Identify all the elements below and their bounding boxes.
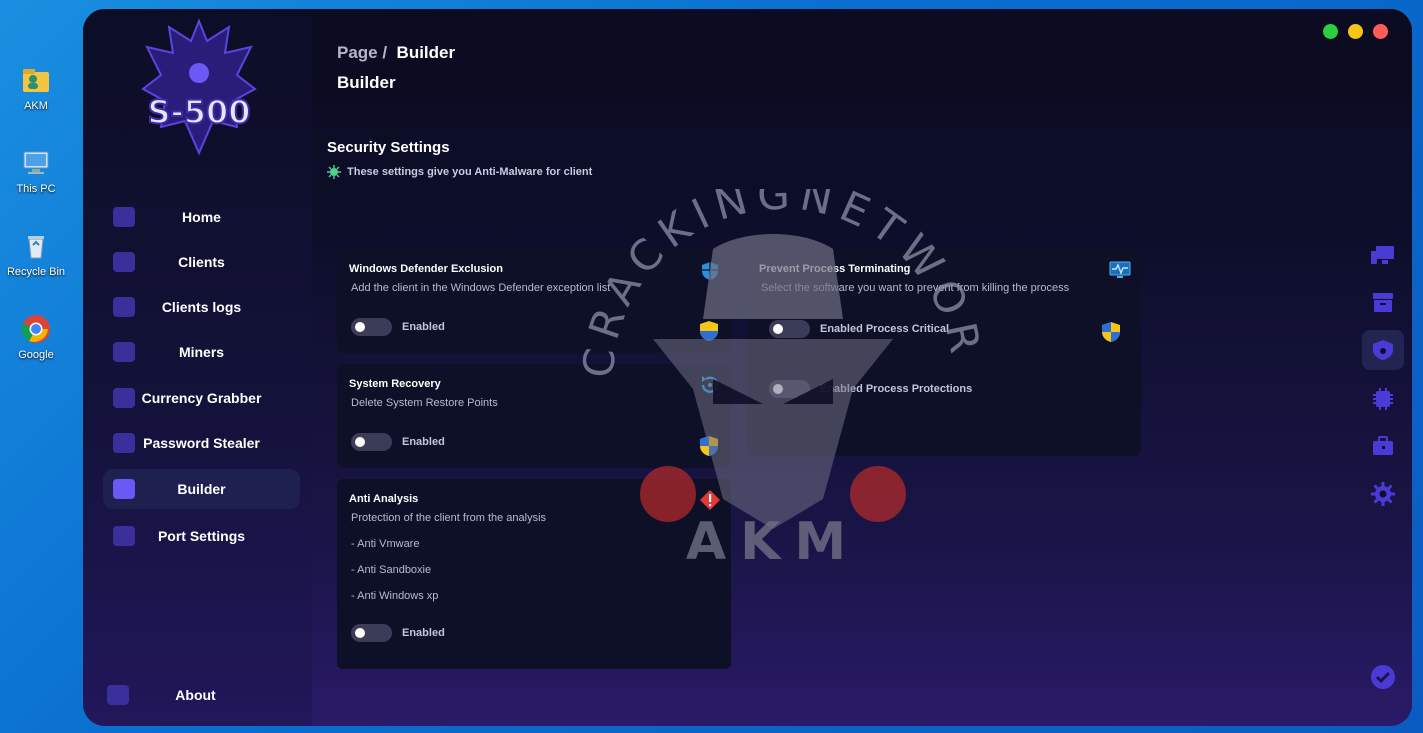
s500-logo: S-500 (141, 18, 257, 156)
desktop-icon-label: This PC (16, 183, 56, 195)
toggle-row: Enabled Process Critical (769, 320, 949, 338)
card-description: Delete System Restore Points (351, 397, 498, 409)
section-subtitle: These settings give you Anti-Malware for… (327, 165, 592, 179)
card-title: Prevent Process Terminating (759, 263, 911, 275)
minimize-button[interactable] (1348, 24, 1363, 39)
card-defender-exclusion: Windows Defender Exclusion Add the clien… (337, 249, 731, 353)
system-recovery-toggle[interactable] (351, 433, 392, 451)
breadcrumb-prefix: Page / (337, 43, 388, 62)
builder-icon (113, 479, 135, 499)
check-circle-icon (1371, 665, 1395, 689)
key-icon (113, 433, 135, 453)
maximize-button[interactable] (1323, 24, 1338, 39)
toggle-label: Enabled Process Critical (820, 323, 949, 335)
uac-shield-icon (700, 321, 718, 341)
shield-bug-icon (1373, 340, 1393, 360)
toggle-label: Enabled Process Protections (820, 383, 973, 395)
toggle-label: Enabled (402, 436, 445, 448)
list-item: - Anti Sandboxie (351, 564, 432, 576)
user-log-icon (113, 297, 135, 317)
warning-icon (700, 490, 720, 510)
chrome-icon (21, 315, 50, 343)
desktop-icon-google[interactable]: Google (4, 313, 68, 361)
card-description: Protection of the client from the analys… (351, 512, 547, 524)
users-icon (113, 252, 135, 272)
list-item: - Anti Vmware (351, 538, 420, 550)
card-anti-analysis: Anti Analysis Protection of the client f… (337, 479, 731, 669)
toggle-row: Enabled (351, 433, 445, 451)
rail-settings-button[interactable] (1369, 480, 1397, 508)
process-protections-toggle[interactable] (769, 380, 810, 398)
rail-cpu-button[interactable] (1369, 385, 1397, 413)
cpu-icon (1373, 388, 1393, 410)
gear-icon (1371, 482, 1395, 506)
sidebar-item-currency-grabber[interactable]: Currency Grabber (103, 378, 300, 418)
monitor-activity-icon (1109, 261, 1131, 278)
card-description: Select the software you want to prevent … (761, 282, 1070, 294)
toggle-row: Enabled Process Protections (769, 380, 972, 398)
page-title: Builder (337, 73, 396, 92)
card-title: System Recovery (349, 378, 441, 390)
home-icon (113, 207, 135, 227)
toggle-label: Enabled (402, 321, 445, 333)
sidebar-item-home[interactable]: Home (103, 197, 300, 237)
desktop-icon-label: Recycle Bin (6, 266, 66, 278)
briefcase-icon (1373, 436, 1393, 455)
app-window: S-500 Home Clients Clients logs Miners C… (83, 9, 1412, 726)
uac-shield-icon (1102, 322, 1120, 342)
sidebar-item-clients[interactable]: Clients (103, 242, 300, 282)
pickaxe-icon (113, 342, 135, 362)
close-button[interactable] (1373, 24, 1388, 39)
sidebar-item-clients-logs[interactable]: Clients logs (103, 287, 300, 327)
window-controls (1323, 24, 1388, 39)
sidebar-item-miners[interactable]: Miners (103, 332, 300, 372)
section-title: Security Settings (327, 139, 450, 156)
computer-icon (23, 151, 49, 174)
breadcrumb-current: Builder (396, 43, 456, 62)
process-critical-toggle[interactable] (769, 320, 810, 338)
uac-shield-icon (700, 436, 718, 456)
defender-shield-icon (702, 262, 718, 280)
card-prevent-process-terminating: Prevent Process Terminating Select the s… (747, 249, 1141, 456)
toggle-label: Enabled (402, 627, 445, 639)
desktop-icon-label: AKM (24, 100, 48, 112)
sidebar: S-500 Home Clients Clients logs Miners C… (83, 9, 312, 726)
header-bar (312, 9, 1412, 101)
desktop-icon-recycle-bin[interactable]: Recycle Bin (4, 230, 68, 278)
card-description: Add the client in the Windows Defender e… (351, 282, 611, 294)
rail-confirm-button[interactable] (1369, 663, 1397, 691)
card-system-recovery: System Recovery Delete System Restore Po… (337, 364, 731, 468)
defender-exclusion-toggle[interactable] (351, 318, 392, 336)
rail-monitor-button[interactable] (1369, 241, 1397, 269)
breadcrumb: Page / Builder (337, 43, 455, 63)
sidebar-item-builder[interactable]: Builder (103, 469, 300, 509)
sidebar-item-password-stealer[interactable]: Password Stealer (103, 423, 300, 463)
user-icon (107, 685, 129, 705)
sidebar-item-about[interactable]: About (97, 675, 294, 715)
card-title: Anti Analysis (349, 493, 419, 505)
sidebar-item-port-settings[interactable]: Port Settings (103, 516, 300, 556)
rail-security-button[interactable] (1362, 330, 1404, 370)
rail-briefcase-button[interactable] (1369, 432, 1397, 460)
card-title: Windows Defender Exclusion (349, 263, 503, 275)
archive-icon (1373, 293, 1393, 312)
svg-text:S-500: S-500 (147, 93, 250, 131)
user-folder-icon (23, 69, 49, 92)
rail-archive-button[interactable] (1369, 288, 1397, 316)
toggle-row: Enabled (351, 318, 445, 336)
list-item: - Anti Windows xp (351, 590, 439, 602)
section-subtitle-text: These settings give you Anti-Malware for… (347, 166, 593, 178)
restore-icon (701, 376, 719, 393)
desktop-icon-label: Google (18, 349, 54, 361)
virus-icon (327, 165, 341, 179)
toggle-row: Enabled (351, 624, 445, 642)
wallet-icon (113, 388, 135, 408)
port-settings-icon (113, 526, 135, 546)
monitor-icon (1371, 246, 1394, 264)
anti-analysis-toggle[interactable] (351, 624, 392, 642)
desktop-icon-akm[interactable]: AKM (4, 64, 68, 112)
recycle-bin-icon (28, 236, 44, 259)
desktop-icon-this-pc[interactable]: This PC (4, 147, 68, 195)
